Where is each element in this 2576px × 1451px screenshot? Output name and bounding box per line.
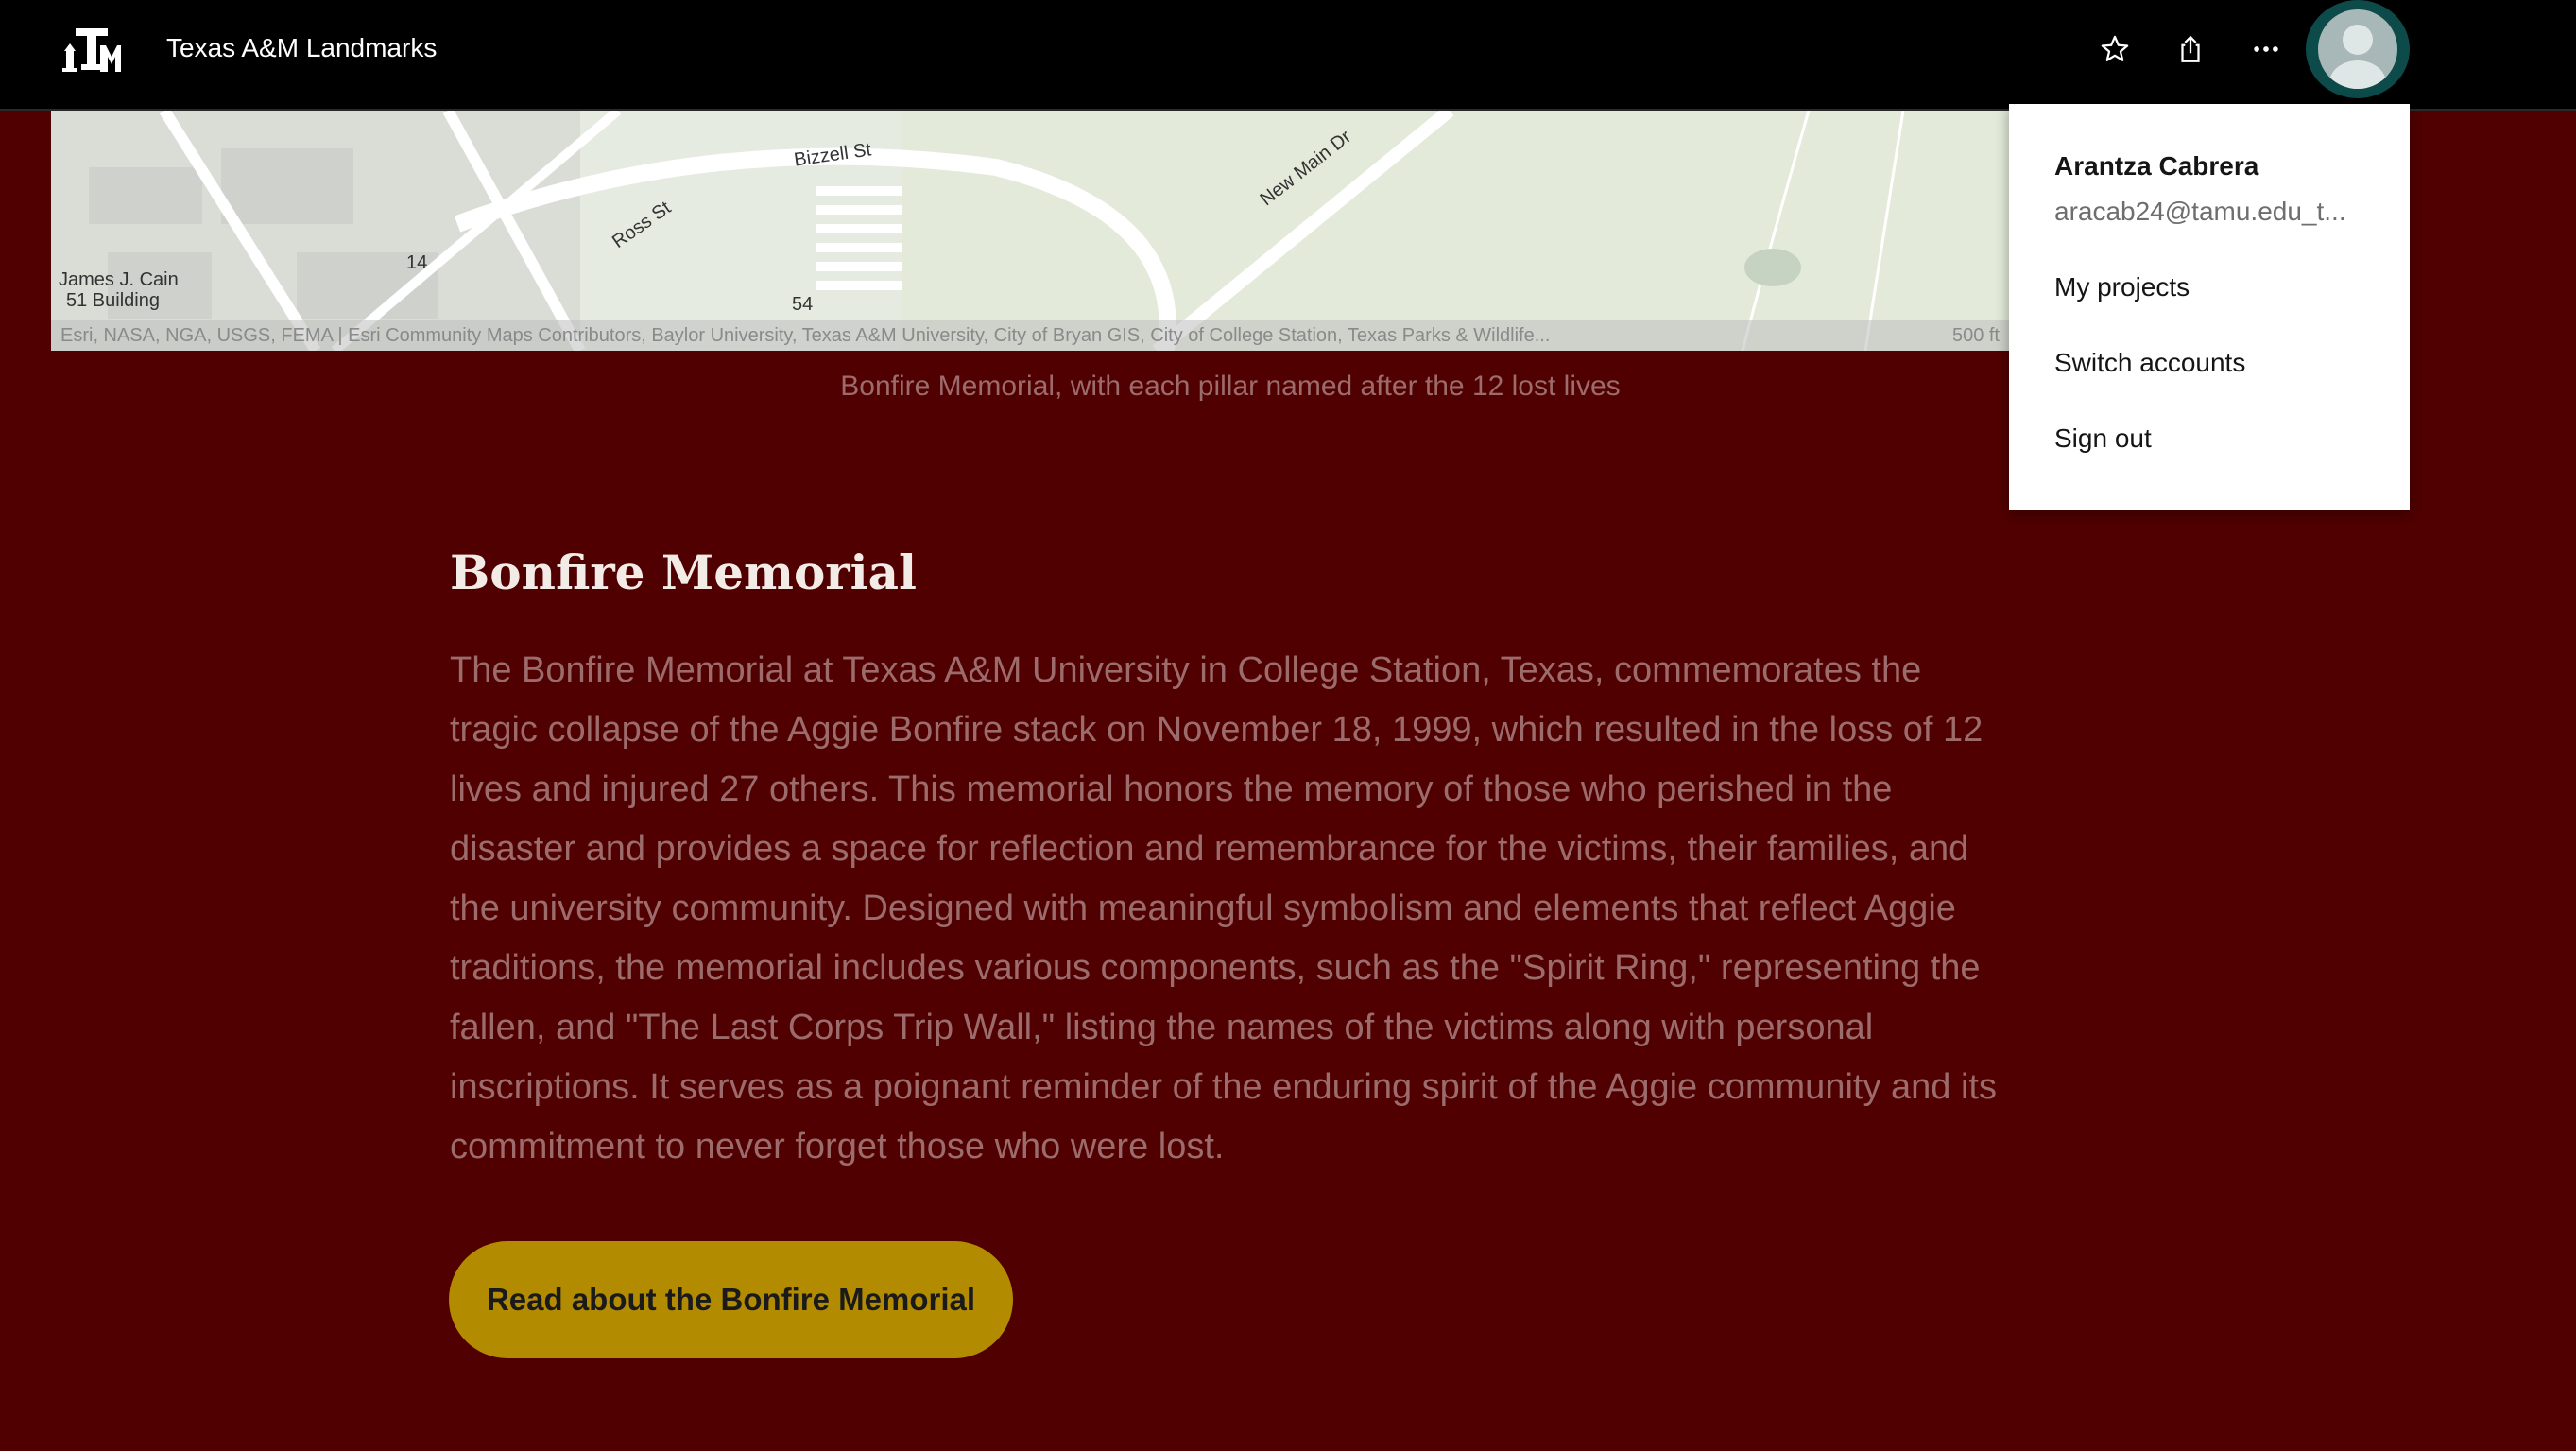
map-label-cain-2: 51 Building [66,290,160,311]
map-label-54: 54 [792,294,814,315]
texas-am-logo[interactable] [62,23,121,76]
share-icon [2181,35,2200,62]
top-navigation-bar: Texas A&M Landmarks [0,0,2576,111]
more-horizontal-icon [2254,46,2278,52]
map-scale-bar: 500 ft [1951,325,2000,346]
favorite-button[interactable] [2094,28,2136,70]
menu-item-sign-out[interactable]: Sign out [2054,423,2152,454]
app-title: Texas A&M Landmarks [166,33,438,62]
more-options-button[interactable] [2245,28,2287,70]
read-more-button[interactable]: Read about the Bonfire Memorial [449,1241,1013,1358]
article-body: The Bonfire Memorial at Texas A&M Univer… [450,650,1997,1166]
account-email: aracab24@tamu.edu_t... [2054,197,2346,226]
account-avatar-button[interactable] [2306,0,2410,98]
memorial-map[interactable]: Bizzell St Ross St New Main Dr James J. … [51,111,2009,351]
star-icon [2101,35,2129,61]
menu-item-my-projects[interactable]: My projects [2054,272,2190,302]
user-avatar-icon [2318,9,2397,89]
menu-item-switch-accounts[interactable]: Switch accounts [2054,348,2245,378]
map-label-cain-1: James J. Cain [59,269,179,290]
map-label-14: 14 [406,252,428,273]
article-title: Bonfire Memorial [450,544,918,600]
account-name: Arantza Cabrera [2054,151,2259,181]
share-button[interactable] [2170,28,2211,70]
account-menu: Arantza Cabrera aracab24@tamu.edu_t... M… [2009,104,2410,510]
map-attribution[interactable]: Esri, NASA, NGA, USGS, FEMA | Esri Commu… [51,320,2009,351]
